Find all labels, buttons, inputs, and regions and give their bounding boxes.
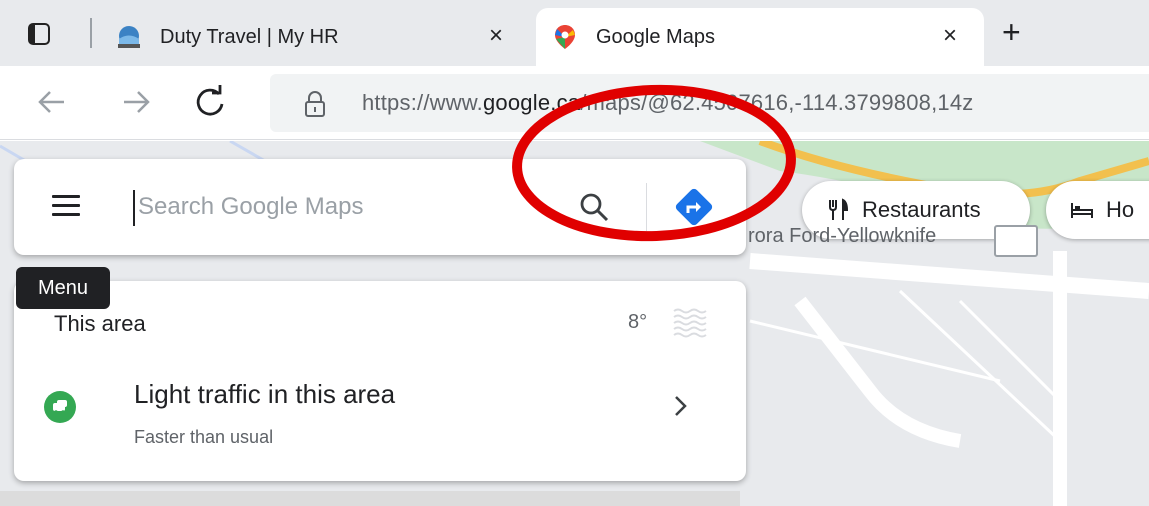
chip-label: Restaurants (862, 197, 981, 222)
url-text[interactable]: https://www.google.ca/maps/@62.4507616,-… (362, 90, 973, 116)
new-tab-button[interactable]: + (1002, 16, 1021, 48)
search-divider (646, 183, 647, 231)
dealership-marker-icon[interactable] (994, 225, 1038, 257)
search-input[interactable] (138, 187, 558, 227)
browser-toolbar: https://www.google.ca/maps/@62.4507616,-… (0, 66, 1149, 140)
url-prefix: https://www. (362, 90, 483, 115)
map-place-label[interactable]: rora Ford-Yellowknife (748, 225, 936, 248)
close-tab-icon[interactable]: × (484, 24, 508, 48)
tab-actions-icon[interactable] (22, 18, 58, 52)
traffic-title: Light traffic in this area (134, 379, 396, 409)
map-canvas[interactable]: Restaurants Ho rora Ford-Yellowknife Men… (0, 141, 1149, 506)
fog-icon (673, 308, 707, 338)
reload-icon (196, 85, 224, 116)
car-icon (44, 391, 76, 423)
myhr-favicon-icon (116, 24, 142, 50)
arrow-left-icon (38, 91, 64, 113)
google-maps-pin-icon (552, 24, 578, 50)
close-tab-icon[interactable]: × (938, 24, 962, 48)
tab-title: Duty Travel | My HR (160, 25, 339, 48)
back-button[interactable] (30, 80, 74, 124)
fork-knife-icon (829, 198, 849, 220)
lock-icon[interactable] (302, 90, 328, 118)
search-icon[interactable] (576, 189, 612, 225)
hotels-chip[interactable]: Ho (1046, 181, 1149, 239)
menu-tooltip: Menu (16, 267, 110, 309)
browser-tab-strip: Duty Travel | My HR × Google Maps × + (0, 0, 1149, 66)
tab-duty-travel[interactable]: Duty Travel | My HR × (100, 8, 530, 66)
traffic-subtitle: Faster than usual (134, 427, 274, 447)
bed-icon (1071, 203, 1093, 218)
text-caret (133, 190, 135, 226)
search-box (14, 159, 746, 255)
directions-icon[interactable] (672, 185, 716, 229)
chip-label: Ho (1106, 197, 1135, 222)
area-title: This area (54, 311, 146, 336)
url-domain: google.ca (483, 90, 581, 115)
area-info-card: This area 8° Light traffic in this area … (14, 281, 746, 481)
forward-button[interactable] (114, 80, 158, 124)
temperature: 8° (628, 311, 648, 333)
hamburger-icon[interactable] (52, 195, 80, 217)
tab-google-maps[interactable]: Google Maps × (536, 8, 984, 66)
tab-separator (90, 18, 92, 48)
reload-button[interactable] (188, 80, 232, 124)
tab-title: Google Maps (596, 25, 715, 48)
address-bar[interactable]: https://www.google.ca/maps/@62.4507616,-… (270, 74, 1149, 132)
url-path: /maps/@62.4507616,-114.3799808,14z (580, 90, 974, 115)
chevron-right-icon[interactable] (670, 393, 690, 419)
arrow-right-icon (124, 91, 150, 113)
